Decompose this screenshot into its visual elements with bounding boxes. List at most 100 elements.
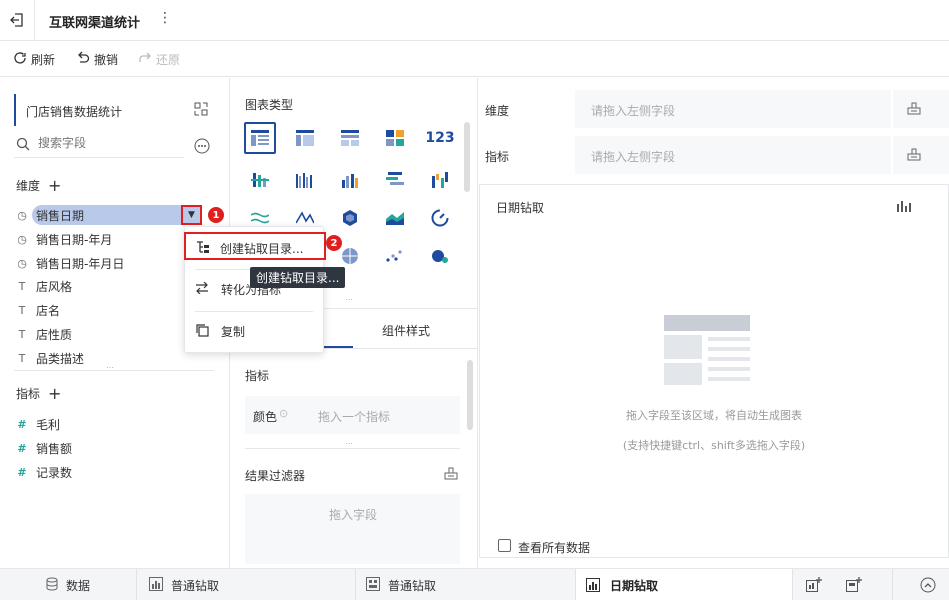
gantt-chart-icon[interactable] [244, 164, 276, 196]
grouped-bar-icon[interactable] [289, 164, 321, 196]
search-icon [16, 137, 30, 154]
field-item[interactable]: # 销售额 [16, 438, 72, 458]
database-icon [46, 577, 58, 594]
column-chart-icon[interactable] [334, 164, 366, 196]
divider [892, 569, 893, 600]
drill-hierarchy-icon [196, 241, 210, 256]
redo-icon [138, 51, 152, 68]
add-dashboard-icon[interactable] [846, 577, 862, 596]
table-chart-icon[interactable] [244, 122, 276, 154]
resize-handle[interactable]: ⋯ [106, 363, 114, 372]
metric-axis-row: 指标 请拖入左侧字段 [479, 136, 949, 174]
scrollbar[interactable] [464, 122, 470, 192]
field-item[interactable]: ◷ 销售日期-年月 [16, 229, 112, 249]
color-drop-zone[interactable]: 颜色 ⊙ 拖入一个指标 [245, 396, 460, 434]
menu-item-create-drill[interactable]: 创建钻取目录... [184, 232, 326, 260]
divider [355, 569, 356, 600]
divider [245, 448, 460, 449]
empty-hint: 拖入字段至该区域，将自动生成图表 [626, 409, 802, 422]
clock-icon: ◷ [17, 208, 27, 222]
resize-handle[interactable]: ⋯ [345, 439, 353, 448]
text-type-icon: T [18, 279, 26, 293]
field-item[interactable]: ◷ 销售日期 [16, 205, 84, 225]
area-chart-icon[interactable] [379, 202, 411, 234]
divider [34, 0, 35, 41]
text-type-icon: T [18, 327, 26, 341]
undo-button[interactable]: 撤销 [76, 51, 118, 68]
chart-type-switch-icon[interactable] [897, 201, 913, 216]
tab-data[interactable]: 数据 [46, 569, 90, 600]
dataset-name: 门店销售数据统计 [26, 105, 123, 119]
field-item[interactable]: T 店风格 [16, 276, 72, 296]
hexagon-map-icon[interactable] [334, 202, 366, 234]
search-input[interactable] [38, 136, 178, 150]
step-badge-1: 1 [208, 207, 224, 223]
toolbar: 刷新 撤销 还原 [0, 41, 949, 77]
scatter-chart-icon[interactable] [379, 240, 411, 272]
resize-handle[interactable]: ⋯ [345, 295, 353, 304]
add-dimension-icon[interactable]: + [48, 176, 61, 195]
field-item[interactable]: # 毛利 [16, 414, 60, 434]
clock-icon: ◷ [17, 232, 27, 246]
stacked-bar-icon[interactable] [379, 164, 411, 196]
dataset-selector[interactable]: 门店销售数据统计 [14, 94, 212, 126]
divider [14, 370, 214, 371]
info-icon: ⊙ [279, 407, 289, 420]
bottom-tab-bar: 数据 普通钻取 普通钻取 日期钻取 [0, 568, 949, 600]
chart-canvas[interactable]: 日期钻取 拖入字段至该区域，将自动生成图表 (支持快捷键ctrl、shift多选… [479, 184, 949, 558]
number-type-icon: # [17, 441, 27, 455]
waterfall-chart-icon[interactable] [424, 164, 456, 196]
menu-item-copy[interactable]: 复制 [195, 323, 245, 340]
tab-component-style[interactable]: 组件样式 [382, 322, 430, 339]
card-chart-icon[interactable] [379, 122, 411, 154]
gauge-chart-icon[interactable] [424, 202, 456, 234]
field-item[interactable]: # 记录数 [16, 462, 72, 482]
settings-icon [907, 101, 921, 118]
clock-icon: ◷ [17, 256, 27, 270]
scrollbar[interactable] [467, 360, 473, 430]
cross-table-icon[interactable] [289, 122, 321, 154]
step-badge-2: 2 [326, 235, 342, 251]
field-item[interactable]: ◷ 销售日期-年月日 [16, 253, 124, 273]
result-filter-title: 结果过滤器 [245, 469, 306, 483]
detail-table-icon[interactable] [334, 122, 366, 154]
redo-button[interactable]: 还原 [138, 51, 180, 68]
field-item[interactable]: T 店性质 [16, 324, 72, 344]
number-type-icon: # [17, 417, 27, 431]
tab-normal-drill-2[interactable]: 普通钻取 [366, 569, 436, 600]
filter-settings-icon[interactable] [444, 466, 458, 483]
bubble-chart-icon[interactable] [424, 240, 456, 272]
filter-drop-zone[interactable]: 拖入字段 [245, 494, 460, 564]
metric-settings-button[interactable] [893, 136, 949, 174]
metric-drop-zone[interactable]: 请拖入左侧字段 [575, 136, 891, 174]
tab-date-drill[interactable]: 日期钻取 [575, 569, 793, 600]
dimension-drop-zone[interactable]: 请拖入左侧字段 [575, 90, 891, 128]
exit-icon[interactable] [10, 12, 24, 28]
more-vertical-icon[interactable]: ⋮ [158, 10, 172, 26]
field-dropdown-button[interactable]: ▼ [181, 205, 202, 225]
field-item[interactable]: T 品类描述 [16, 348, 84, 368]
kpi-number-icon[interactable]: 123 [424, 122, 456, 154]
dimension-axis-row: 维度 请拖入左侧字段 [479, 90, 949, 128]
more-options-icon[interactable] [194, 138, 210, 157]
view-all-label[interactable]: 查看所有数据 [518, 539, 590, 556]
settings-icon [907, 147, 921, 164]
chart-area-panel: 维度 请拖入左侧字段 指标 请拖入左侧字段 日期钻取 拖入字段至该区域，将自动生… [479, 78, 949, 568]
add-component-icon[interactable] [806, 577, 822, 596]
add-measure-icon[interactable]: + [48, 384, 61, 403]
search-box[interactable] [14, 134, 184, 158]
switch-dataset-icon[interactable] [194, 102, 208, 119]
collapse-up-icon[interactable] [920, 577, 936, 596]
dimension-settings-button[interactable] [893, 90, 949, 128]
refresh-button[interactable]: 刷新 [13, 51, 55, 68]
tab-normal-drill-1[interactable]: 普通钻取 [149, 569, 219, 600]
view-all-checkbox[interactable] [498, 539, 511, 552]
swap-icon [195, 281, 209, 297]
bar-chart-icon [149, 576, 163, 594]
empty-hint-sub: (支持快捷键ctrl、shift多选拖入字段) [622, 439, 806, 452]
tooltip: 创建钻取目录... [250, 267, 346, 288]
calc-number-icon: # [17, 465, 27, 479]
field-item[interactable]: T 店名 [16, 300, 60, 320]
text-type-icon: T [18, 351, 26, 365]
dashboard-icon [366, 576, 380, 594]
